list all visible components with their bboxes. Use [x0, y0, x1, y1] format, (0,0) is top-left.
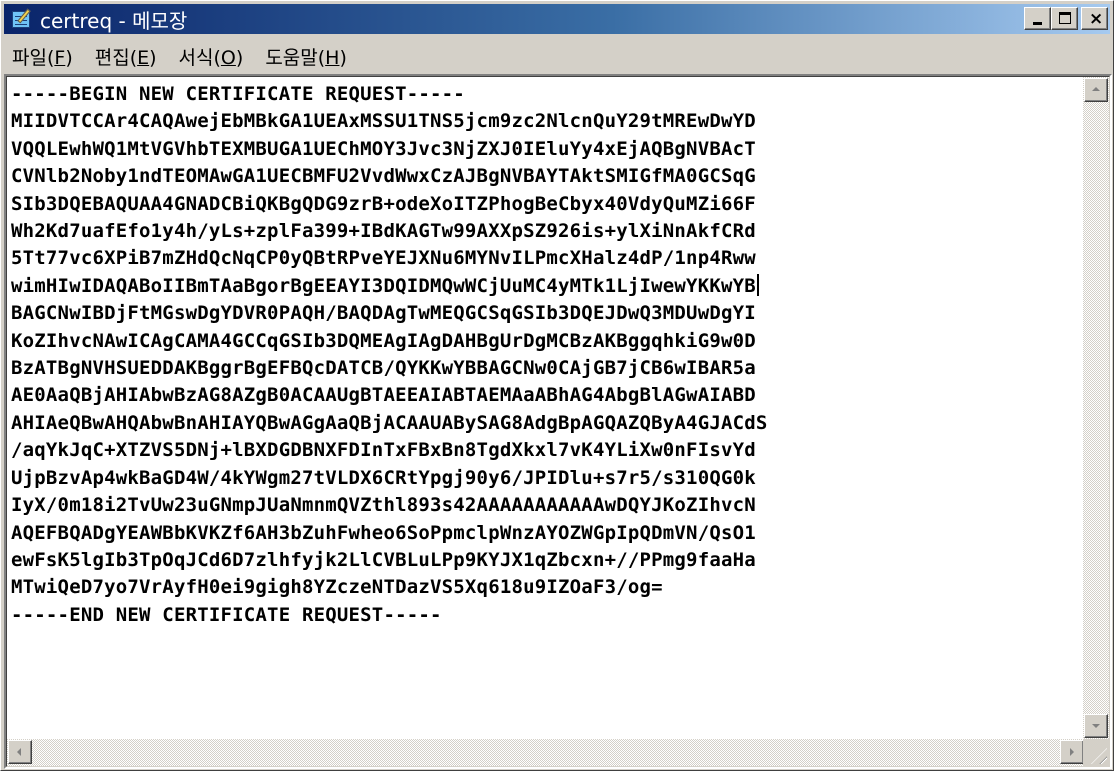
minimize-button[interactable]	[1024, 7, 1051, 30]
text-line: AHIAeQBwAHQAbwBnAHIAYQBwAGgAaQBjACAAUABy…	[11, 411, 768, 434]
scroll-up-button[interactable]	[1084, 78, 1108, 102]
text-line: ewFsK5lgIb3TpOqJCd6D7zlhfyjk2LlCVBLuLPp9…	[11, 548, 756, 571]
resize-grip-icon[interactable]	[1083, 739, 1109, 766]
scroll-left-icon	[17, 748, 21, 756]
vertical-scrollbar[interactable]	[1083, 77, 1109, 739]
menu-file[interactable]: 파일(F)	[4, 43, 83, 70]
scroll-down-button[interactable]	[1084, 714, 1108, 738]
close-button[interactable]: ×	[1081, 7, 1108, 30]
text-line: VQQLEwhWQ1MtVGVhbTEXMBUGA1UEChMOY3Jvc3Nj…	[11, 137, 756, 160]
text-line: MTwiQeD7yo7VrAyfH0ei9gigh8YZczeNTDazVS5X…	[11, 576, 663, 599]
notepad-window: certreq - 메모장 × 파일(F) 편집(E) 서식(O) 도움말(H)…	[0, 0, 1114, 771]
text-line: IyX/0m18i2TvUw23uGNmpJUaNmnmQVZthl893s42…	[11, 494, 756, 517]
menu-format[interactable]: 서식(O)	[171, 43, 254, 70]
scroll-up-icon	[1092, 87, 1100, 91]
text-line-with-caret: wimHIwIDAQABoIIBmTAaBgorBgEEAYI3DQIDMQwW…	[11, 273, 1083, 300]
text-line: UjpBzvAp4wkBaGD4W/4kYWgm27tVLDX6CRtYpgj9…	[11, 466, 756, 489]
notepad-icon[interactable]	[10, 8, 34, 30]
scroll-right-button[interactable]	[1060, 740, 1084, 764]
text-line: CVNlb2Noby1ndTEOMAwGA1UECBMFU2VvdWwxCzAJ…	[11, 165, 756, 188]
window-controls: ×	[1024, 7, 1108, 30]
window-title: certreq - 메모장	[40, 8, 188, 33]
text-line: 5Tt77vc6XPiB7mZHdQcNqCP0yQBtRPveYEJXNu6M…	[11, 247, 756, 270]
text-line: -----BEGIN NEW CERTIFICATE REQUEST-----	[11, 83, 465, 105]
menu-edit[interactable]: 편집(E)	[87, 43, 167, 70]
horizontal-scrollbar[interactable]	[7, 739, 1085, 766]
text-line: Wh2Kd7uafEfo1y4h/yLs+zplFa399+IBdKAGTw99…	[11, 220, 756, 243]
text-line: MIIDVTCCAr4CAQAwejEbMBkGA1UEAxMSSU1TNS5j…	[11, 110, 756, 133]
text-line: KoZIhvcNAwICAgCAMA4GCCqGSIb3DQMEAgIAgDAH…	[11, 329, 756, 352]
maximize-icon	[1059, 12, 1071, 24]
text-line: /aqYkJqC+XTZVS5DNj+lBXDGDBNXFDInTxFBxBn8…	[11, 439, 756, 462]
text-line: AQEFBQADgYEAWBbKVKZf6AH3bZuhFwheo6SoPpmc…	[11, 521, 756, 544]
text-line: SIb3DQEBAQUAA4GNADCBiQKBgQDG9zrB+odeXoIT…	[11, 192, 756, 215]
text-line: -----END NEW CERTIFICATE REQUEST-----	[11, 603, 442, 626]
maximize-button[interactable]	[1051, 7, 1078, 30]
menu-bar: 파일(F) 편집(E) 서식(O) 도움말(H)	[4, 38, 1110, 74]
document-text[interactable]: -----BEGIN NEW CERTIFICATE REQUEST----- …	[11, 81, 1083, 737]
text-line: BzATBgNVHSUEDDAKBggrBgEFBQcDATCB/QYKKwYB…	[11, 357, 756, 380]
title-bar[interactable]: certreq - 메모장 ×	[4, 4, 1110, 34]
menu-help[interactable]: 도움말(H)	[257, 43, 357, 70]
minimize-icon	[1033, 22, 1042, 25]
text-editor[interactable]: -----BEGIN NEW CERTIFICATE REQUEST----- …	[4, 74, 1112, 769]
scroll-right-icon	[1070, 748, 1074, 756]
text-line: AE0AaQBjAHIAbwBzAG8AZgB0ACAAUgBTAEEAIABT…	[11, 384, 756, 407]
scroll-down-icon	[1092, 724, 1100, 728]
text-line: BAGCNwIBDjFtMGswDgYDVR0PAQH/BAQDAgTwMEQG…	[11, 302, 756, 325]
scroll-left-button[interactable]	[8, 740, 32, 764]
close-icon: ×	[1089, 9, 1104, 29]
text-caret	[756, 273, 759, 296]
